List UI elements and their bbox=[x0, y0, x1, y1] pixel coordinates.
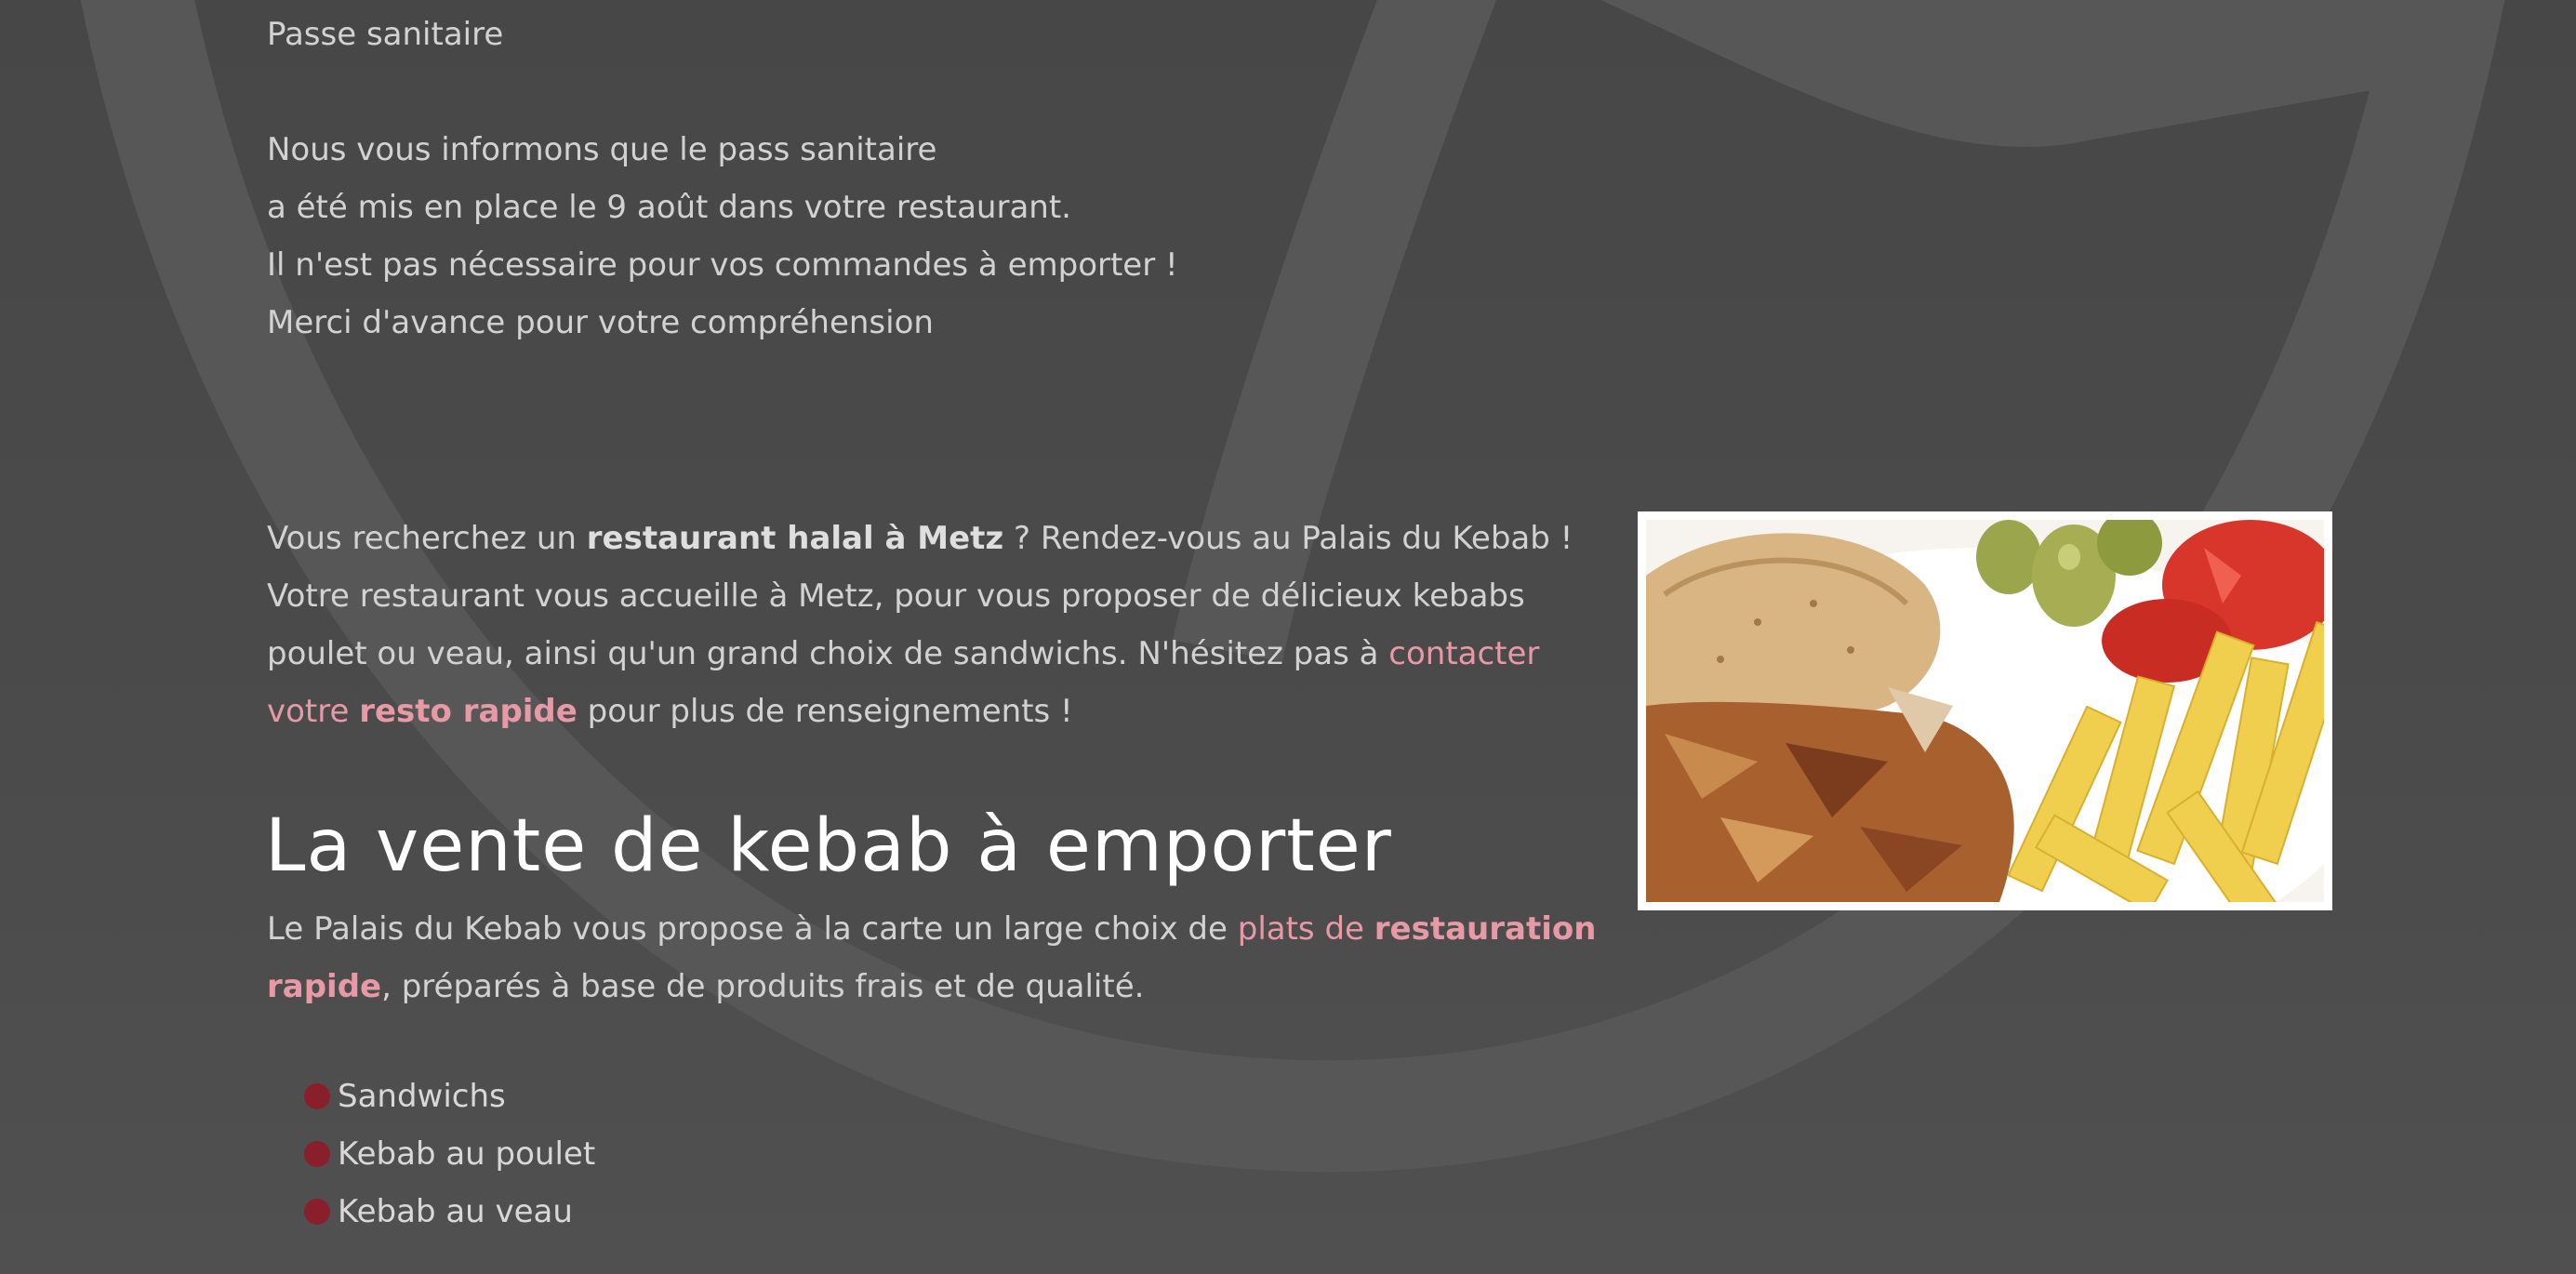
main-content: Passe sanitaire Nous vous informons que … bbox=[265, 0, 2406, 1274]
list-item: Kebab au poulet bbox=[304, 1125, 595, 1183]
list-item: Kebab au veau bbox=[304, 1183, 595, 1241]
bullet-icon bbox=[304, 1141, 330, 1167]
intro-keyword: restaurant halal à Metz bbox=[586, 520, 1004, 557]
list-item: Sandwichs bbox=[304, 1068, 595, 1125]
intro-paragraph: Vous recherchez un restaurant halal à Me… bbox=[267, 510, 1606, 740]
section-heading: La vente de kebab à emporter bbox=[265, 804, 1392, 888]
intro-text: pour plus de renseignements ! bbox=[577, 693, 1073, 730]
section-description: Le Palais du Kebab vous propose à la car… bbox=[267, 910, 1597, 1005]
notice-line: a été mis en place le 9 août dans votre … bbox=[267, 189, 1071, 226]
bullet-icon bbox=[304, 1199, 330, 1225]
notice-line: Merci d'avance pour votre compréhension bbox=[267, 304, 934, 341]
notice-title: Passe sanitaire bbox=[267, 16, 504, 53]
notice-message: Nous vous informons que le pass sanitair… bbox=[267, 121, 1178, 352]
notice-line: Il n'est pas nécessaire pour vos command… bbox=[267, 246, 1178, 284]
notice-line: Nous vous informons que le pass sanitair… bbox=[267, 131, 937, 168]
menu-list: Sandwichs Kebab au poulet Kebab au veau bbox=[304, 1068, 595, 1241]
bullet-icon bbox=[304, 1083, 330, 1109]
intro-text: Vous recherchez un bbox=[267, 520, 587, 557]
